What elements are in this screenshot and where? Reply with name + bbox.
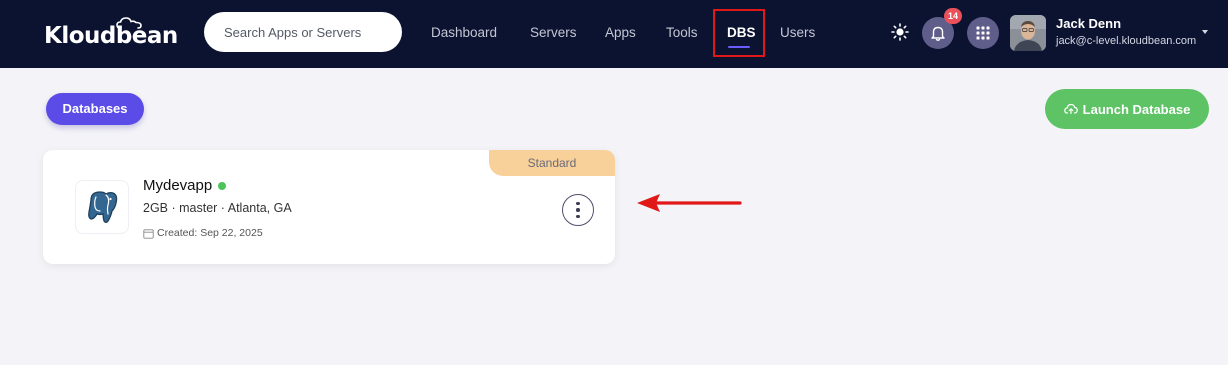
sun-icon[interactable] <box>891 23 909 41</box>
status-online-dot <box>218 182 227 190</box>
postgresql-icon <box>88 191 118 224</box>
bell-icon <box>931 26 945 41</box>
logo-cloud-icon <box>116 17 142 29</box>
created-date: Created: Sep 22, 2025 <box>157 227 263 239</box>
nav-users[interactable]: Users <box>780 24 815 42</box>
user-avatar[interactable] <box>1010 15 1046 51</box>
notification-count-badge: 14 <box>944 8 962 24</box>
user-email: jack@c-level.kloudbean.com <box>1056 35 1197 47</box>
database-details: 2GB · master · Atlanta, GA <box>143 201 292 215</box>
nav-servers[interactable]: Servers <box>530 24 577 42</box>
top-navbar: Kloudbean Dashboard Servers Apps Tools D… <box>0 0 1228 68</box>
more-vertical-icon <box>576 201 580 206</box>
nav-tools[interactable]: Tools <box>666 24 698 42</box>
grid-icon <box>976 26 990 40</box>
search-box[interactable] <box>204 12 402 52</box>
tab-databases[interactable]: Databases <box>46 93 144 125</box>
user-photo <box>1010 15 1046 51</box>
search-input[interactable] <box>224 24 394 40</box>
logo-text: Kloudbean <box>44 23 178 49</box>
database-card[interactable]: Standard Mydevapp 2GB · master · Atlanta… <box>43 150 615 264</box>
database-engine-logo <box>75 180 129 234</box>
apps-grid-button[interactable] <box>967 17 999 49</box>
created-date-row: Created: Sep 22, 2025 <box>143 226 263 240</box>
chevron-down-icon[interactable] <box>1202 30 1208 34</box>
calendar-icon <box>143 228 154 239</box>
kloudbean-logo[interactable]: Kloudbean <box>44 17 178 50</box>
annotation-arrow-icon <box>637 194 742 212</box>
user-name[interactable]: Jack Denn <box>1056 16 1121 32</box>
more-options-button[interactable] <box>562 194 594 226</box>
database-title-row: Mydevapp <box>143 177 227 195</box>
cloud-upload-icon <box>1063 103 1078 115</box>
launch-database-label: Launch Database <box>1082 101 1191 117</box>
nav-dashboard[interactable]: Dashboard <box>431 24 497 42</box>
plan-badge: Standard <box>489 150 615 176</box>
annotation-highlight-box <box>713 9 765 57</box>
database-name[interactable]: Mydevapp <box>143 177 212 195</box>
nav-apps[interactable]: Apps <box>605 24 636 42</box>
launch-database-button[interactable]: Launch Database <box>1045 89 1209 129</box>
